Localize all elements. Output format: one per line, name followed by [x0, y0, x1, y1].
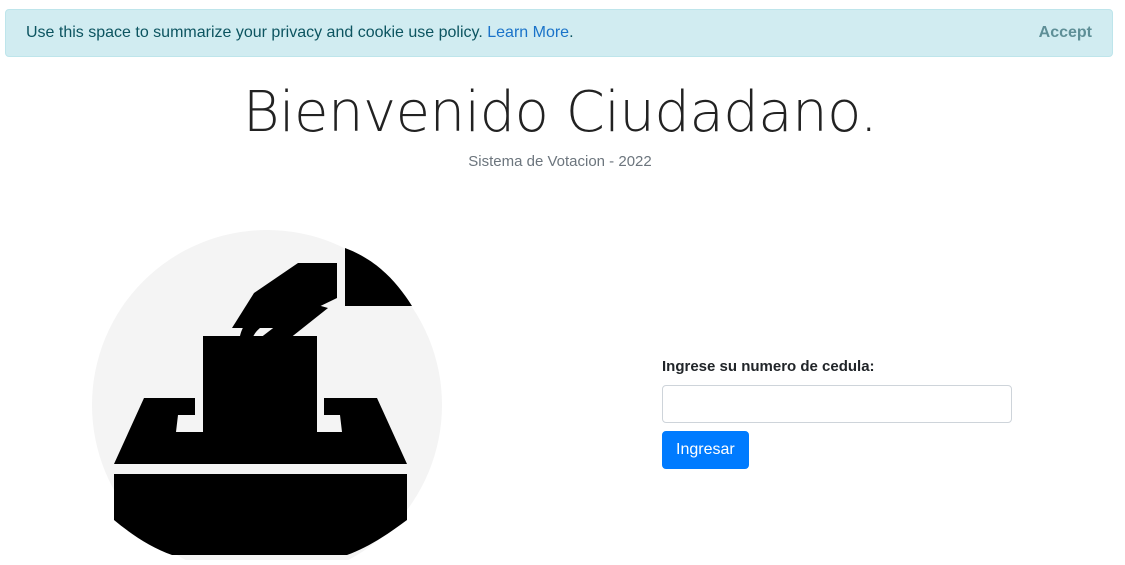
ballot-illustration — [92, 230, 442, 565]
page-title: Bienvenido Ciudadano. — [242, 80, 878, 145]
ballot-box-icon — [92, 230, 442, 565]
cedula-label: Ingrese su numero de cedula: — [662, 358, 875, 375]
page-subtitle: Sistema de Votacion - 2022 — [468, 153, 652, 170]
cookie-banner: Use this space to summarize your privacy… — [5, 9, 1113, 57]
login-form: Ingrese su numero de cedula: Ingresar — [662, 358, 1014, 469]
ballot-box-base — [114, 474, 407, 555]
ballot-paper-corner — [345, 248, 412, 306]
accept-cookies-button[interactable]: Accept — [1039, 24, 1092, 42]
submit-button[interactable]: Ingresar — [662, 431, 749, 469]
cookie-message-text: Use this space to summarize your privacy… — [26, 24, 483, 41]
cookie-message-suffix: . — [569, 24, 574, 41]
learn-more-link[interactable]: Learn More — [487, 24, 569, 41]
cookie-message: Use this space to summarize your privacy… — [26, 24, 574, 42]
cedula-input[interactable] — [662, 385, 1012, 423]
